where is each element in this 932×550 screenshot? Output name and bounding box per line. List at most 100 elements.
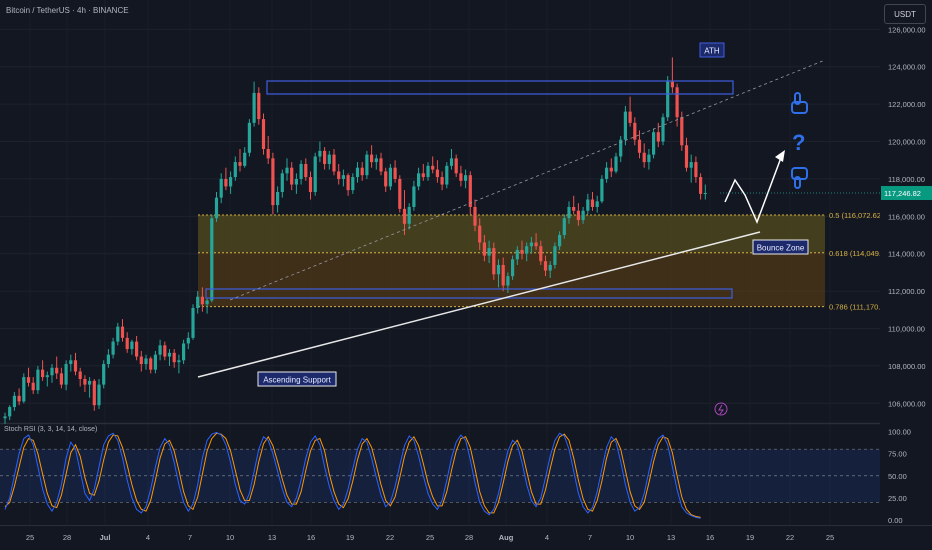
candle[interactable] [130,339,134,355]
candle[interactable] [280,169,284,198]
candle[interactable] [553,242,557,269]
candle[interactable] [55,356,59,379]
stoch-rsi-title[interactable]: Stoch RSI (3, 3, 14, 14, close) [4,426,97,433]
candle[interactable] [125,332,129,353]
candle[interactable] [31,377,35,394]
candle[interactable] [412,180,416,211]
candle[interactable] [36,365,40,394]
candle[interactable] [120,319,125,342]
candle[interactable] [459,165,463,187]
candle[interactable] [332,149,336,176]
candle[interactable] [8,405,12,421]
candle[interactable] [144,354,148,370]
candle[interactable] [623,106,627,146]
candle[interactable] [351,173,355,194]
resistance-box[interactable] [266,80,734,95]
candle[interactable] [276,186,280,213]
time-axis[interactable]: 25 28 Jul 4 7 10 13 16 19 22 25 28 Aug 4 7 10 13 16 19 22 25 [0,525,932,543]
candle[interactable] [69,354,73,372]
projection-path[interactable] [724,154,783,224]
candle[interactable] [59,367,63,389]
candle[interactable] [238,149,242,172]
candle[interactable] [417,167,421,191]
candle[interactable] [313,152,317,196]
candle[interactable] [177,354,181,374]
candle[interactable] [365,150,369,179]
candle[interactable] [647,149,651,170]
candle[interactable] [454,154,458,178]
candle[interactable] [609,158,613,178]
candle[interactable] [163,341,167,361]
candle[interactable] [449,149,454,170]
candle[interactable] [158,339,162,361]
candle[interactable] [243,147,247,168]
stoch-rsi-panel[interactable]: 0.00 25.00 50.00 75.00 100.00 [0,428,911,526]
candle[interactable] [285,158,289,181]
candle[interactable] [318,141,322,163]
candle[interactable] [637,130,642,159]
candle[interactable] [355,162,360,183]
currency-selector[interactable]: USDT [884,4,926,24]
candle[interactable] [327,150,331,170]
candle[interactable] [614,152,618,174]
candle[interactable] [257,87,261,125]
candle[interactable] [661,113,665,146]
candle[interactable] [3,412,7,424]
candle[interactable] [111,337,115,359]
candle[interactable] [642,143,646,168]
candle[interactable] [45,371,49,387]
fib-retracement-zone[interactable]: 0.5 (116,072.62) 0.618 (114,049.5) 0.786 (… [198,211,888,312]
candle[interactable] [308,171,313,200]
candle[interactable] [139,350,143,372]
candle[interactable] [421,163,425,181]
candle[interactable] [191,304,195,340]
candle[interactable] [88,377,92,398]
candle[interactable] [445,162,449,189]
candle[interactable] [699,173,703,200]
candle[interactable] [97,378,101,409]
candle[interactable] [167,349,172,366]
candle[interactable] [398,175,402,213]
candle[interactable] [73,352,78,376]
candle[interactable] [600,175,604,204]
candle[interactable] [186,332,190,350]
candle[interactable] [41,360,45,381]
candle[interactable] [182,339,186,365]
candle[interactable] [703,184,707,200]
candle[interactable] [431,156,435,174]
candle[interactable] [572,195,576,215]
candle[interactable] [666,76,670,121]
candle[interactable] [229,171,233,194]
candle[interactable] [252,81,256,127]
candle[interactable] [464,169,468,189]
candle[interactable] [17,388,21,406]
candle[interactable] [652,128,656,159]
candle[interactable] [92,378,96,411]
candle[interactable] [304,158,308,181]
candle[interactable] [426,162,430,181]
candle[interactable] [224,167,228,191]
candle[interactable] [153,350,157,374]
candle[interactable] [346,173,350,196]
candle[interactable] [299,160,303,185]
candle[interactable] [360,162,364,181]
candle[interactable] [78,367,82,387]
candle[interactable] [106,349,110,368]
candle[interactable] [102,360,106,389]
candle[interactable] [116,322,120,346]
candle[interactable] [370,145,374,168]
candle[interactable] [135,335,139,361]
candle[interactable] [83,375,87,393]
fib-zone-upper[interactable] [198,214,825,253]
candle[interactable] [384,167,388,193]
candle[interactable] [149,356,153,374]
candle[interactable] [684,137,689,172]
candle[interactable] [388,163,392,191]
candle[interactable] [290,162,294,191]
candle[interactable] [379,152,383,176]
candle[interactable] [440,171,444,191]
candle[interactable] [233,156,237,181]
candle[interactable] [266,135,270,164]
candle[interactable] [337,163,341,185]
candle[interactable] [219,173,223,204]
